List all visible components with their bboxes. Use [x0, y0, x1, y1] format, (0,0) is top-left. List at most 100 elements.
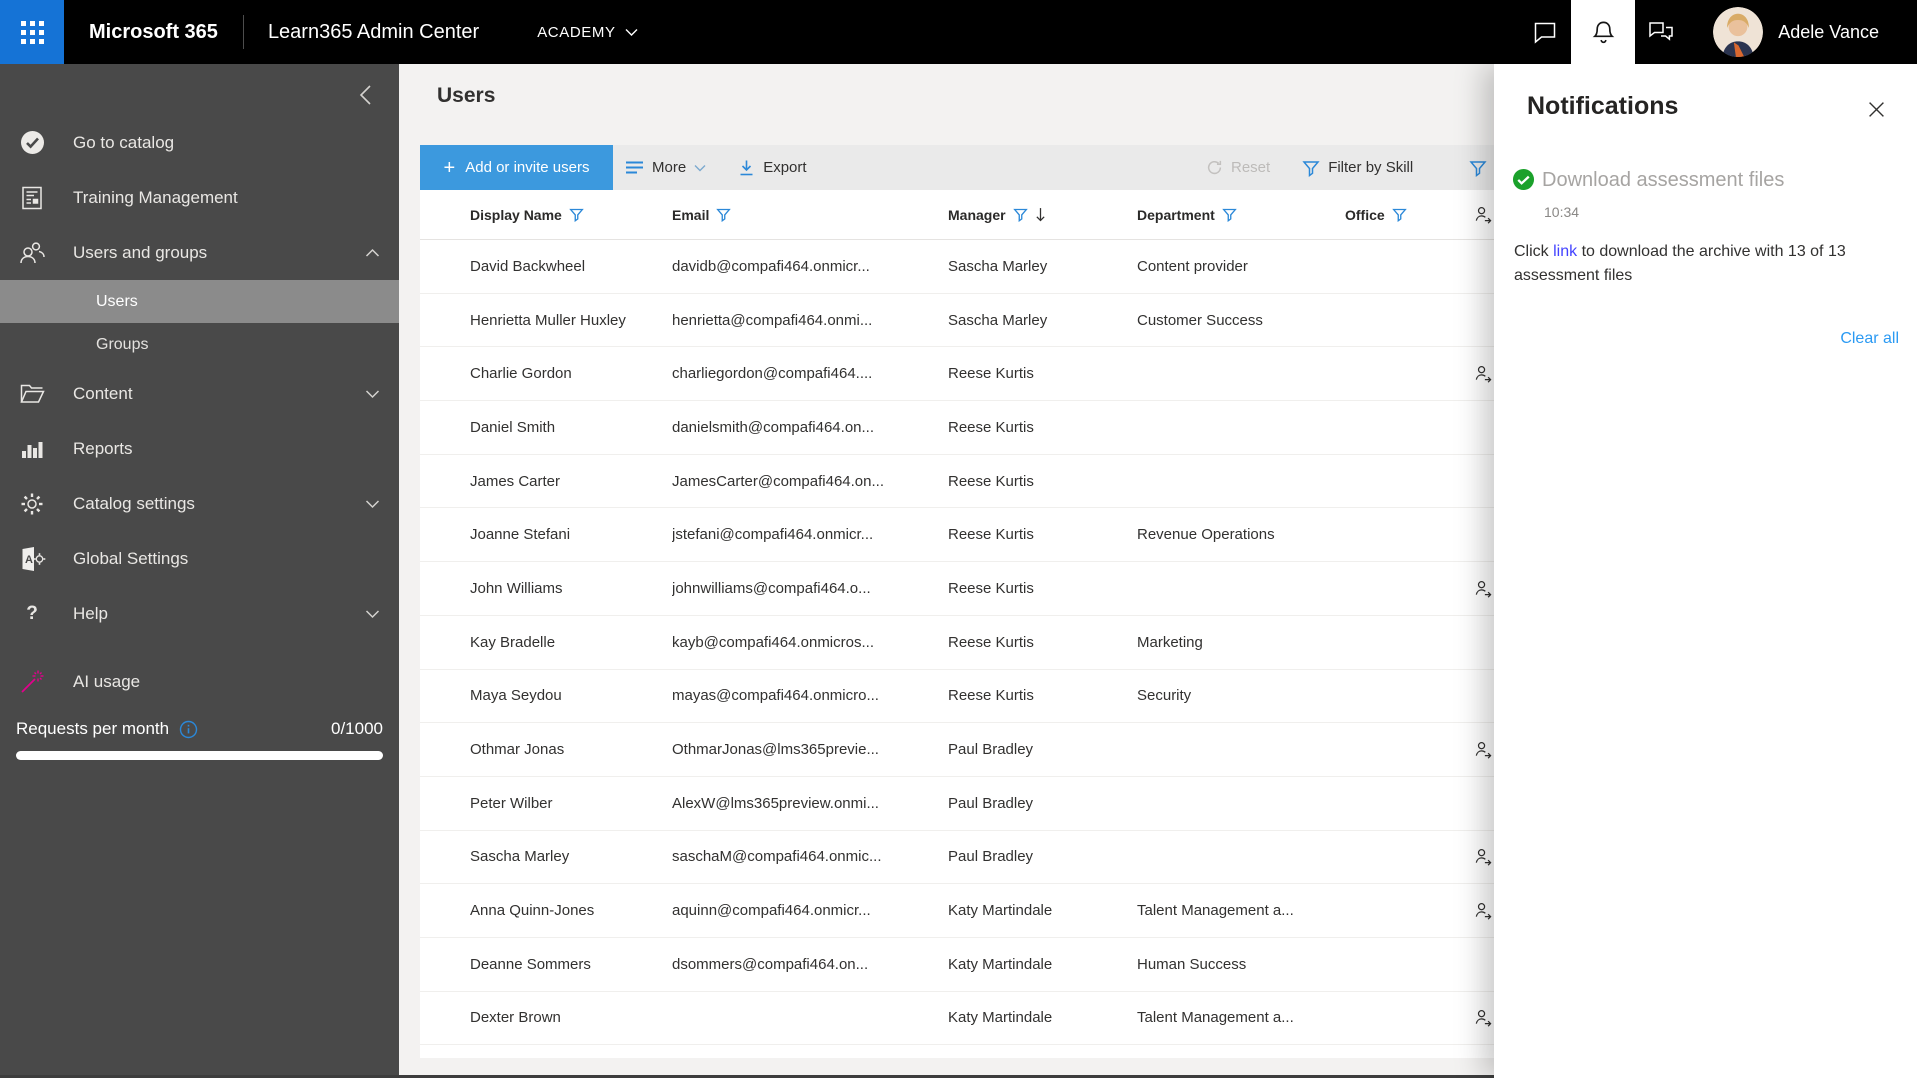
funnel-icon[interactable] — [1391, 207, 1407, 222]
cell-email: charliegordon@compafi464.... — [672, 365, 873, 383]
gear-icon — [17, 491, 47, 517]
notification-time: 10:34 — [1544, 204, 1580, 220]
info-icon[interactable] — [179, 720, 198, 739]
chevron-up-icon — [365, 243, 380, 263]
column-header-display-name[interactable]: Display Name — [420, 207, 672, 223]
sidebar-item-users-and-groups[interactable]: Users and groups — [0, 225, 399, 280]
more-button[interactable]: More — [617, 145, 714, 190]
account-button[interactable]: Adele Vance — [1687, 0, 1917, 64]
sidebar-item-label: Training Management — [73, 187, 238, 207]
cell-email: kayb@compafi464.onmicros... — [672, 633, 874, 651]
column-label: Department — [1137, 206, 1215, 223]
impersonate-icon[interactable] — [1473, 579, 1492, 598]
cell-email: davidb@compafi464.onmicr... — [672, 257, 870, 275]
close-icon[interactable] — [1863, 96, 1889, 122]
add-button-label: Add or invite users — [465, 159, 590, 176]
impersonate-icon[interactable] — [1473, 1008, 1492, 1028]
cell-display-name: Joanne Stefani — [470, 526, 571, 544]
cell-manager: Katy Martindale — [948, 1009, 1053, 1027]
sidebar-item-content[interactable]: Content — [0, 366, 399, 421]
chat-button[interactable] — [1519, 0, 1571, 64]
app-title[interactable]: Learn365 Admin Center — [268, 21, 479, 44]
more-lines-icon — [626, 161, 643, 174]
cell-department: Marketing — [1137, 633, 1203, 651]
cell-manager: Reese Kurtis — [948, 418, 1034, 436]
feedback-button[interactable] — [1635, 0, 1687, 64]
requests-value: 0/1000 — [331, 719, 383, 738]
notifications-title: Notifications — [1527, 92, 1679, 120]
sidebar-item-label: Global Settings — [73, 548, 189, 568]
download-icon — [740, 160, 753, 175]
avatar — [1713, 7, 1764, 57]
sidebar-item-label: Go to catalog — [73, 132, 175, 152]
funnel-icon[interactable] — [569, 207, 584, 222]
more-label: More — [652, 159, 687, 176]
download-link[interactable]: link — [1553, 243, 1577, 260]
funnel-icon[interactable] — [1222, 207, 1237, 222]
clear-all-link[interactable]: Clear all — [1840, 330, 1899, 348]
column-label: Office — [1345, 206, 1385, 223]
cell-email: saschaM@compafi464.onmic... — [672, 848, 882, 866]
admin-settings-icon: A — [17, 546, 47, 572]
cell-manager: Sascha Marley — [948, 257, 1048, 275]
funnel-icon — [1469, 160, 1487, 177]
plus-icon: + — [443, 156, 456, 179]
column-header-email[interactable]: Email — [672, 207, 948, 223]
sidebar-item-label: AI usage — [73, 671, 141, 691]
cell-display-name: David Backwheel — [470, 257, 586, 275]
cell-department: Customer Success — [1137, 311, 1263, 329]
funnel-icon — [1302, 160, 1320, 177]
cell-department: Human Success — [1137, 955, 1247, 973]
sidebar-item-help[interactable]: ? Help — [0, 586, 399, 641]
cell-display-name: Othmar Jonas — [470, 741, 565, 759]
app-launcher-button[interactable] — [0, 0, 64, 64]
tenant-selector[interactable]: ACADEMY — [537, 0, 638, 64]
cell-manager: Paul Bradley — [948, 848, 1034, 866]
sidebar-item-global-settings[interactable]: A Global Settings — [0, 531, 399, 586]
sidebar-item-training-management[interactable]: Training Management — [0, 170, 399, 225]
export-button[interactable]: Export — [730, 145, 814, 190]
magic-wand-icon — [17, 668, 47, 696]
impersonate-icon[interactable] — [1473, 740, 1492, 759]
brand-title[interactable]: Microsoft 365 — [89, 21, 218, 44]
catalog-check-icon — [17, 129, 47, 156]
sidebar-item-go-to-catalog[interactable]: Go to catalog — [0, 115, 399, 170]
impersonate-icon[interactable] — [1473, 364, 1492, 383]
question-mark-icon: ? — [26, 602, 38, 624]
filter-by-skill-button[interactable]: Filter by Skill — [1294, 145, 1421, 190]
topbar-divider — [242, 15, 244, 49]
requests-progress-bar — [16, 751, 383, 760]
cell-department: Content provider — [1137, 257, 1248, 275]
svg-text:A: A — [25, 554, 33, 566]
sidebar-item-reports[interactable]: Reports — [0, 421, 399, 476]
notifications-button[interactable] — [1571, 0, 1636, 64]
cell-display-name: Charlie Gordon — [470, 365, 572, 383]
column-label: Manager — [948, 206, 1006, 223]
add-or-invite-users-button[interactable]: + Add or invite users — [420, 145, 613, 190]
sidebar-item-ai-usage[interactable]: AI usage — [0, 654, 399, 709]
reset-label: Reset — [1231, 159, 1271, 176]
cell-display-name: Dexter Brown — [470, 1009, 561, 1027]
sidebar-item-users[interactable]: Users — [0, 280, 399, 323]
column-header-manager[interactable]: Manager — [948, 207, 1137, 223]
cell-manager: Katy Martindale — [948, 955, 1053, 973]
cell-email: dsommers@compafi464.on... — [672, 955, 869, 973]
reset-button[interactable]: Reset — [1198, 145, 1278, 190]
chevron-down-icon — [365, 494, 380, 514]
cell-manager: Paul Bradley — [948, 741, 1034, 759]
impersonate-icon[interactable] — [1473, 847, 1492, 866]
funnel-icon[interactable] — [716, 207, 732, 222]
funnel-icon[interactable] — [1012, 207, 1028, 222]
impersonate-icon[interactable] — [1473, 901, 1492, 920]
column-header-office[interactable]: Office — [1345, 207, 1455, 223]
bell-icon — [1592, 21, 1615, 43]
sidebar-item-label: Users — [96, 292, 138, 310]
cell-email: JamesCarter@compafi464.on... — [672, 472, 884, 490]
sidebar-item-catalog-settings[interactable]: Catalog settings — [0, 476, 399, 531]
cell-email: johnwilliams@compafi464.o... — [672, 579, 871, 597]
sidebar-item-groups[interactable]: Groups — [0, 323, 399, 366]
sidebar-collapse-button[interactable] — [349, 78, 383, 112]
cell-display-name: Sascha Marley — [470, 848, 570, 866]
feedback-icon — [1649, 22, 1673, 41]
column-header-department[interactable]: Department — [1137, 207, 1345, 223]
